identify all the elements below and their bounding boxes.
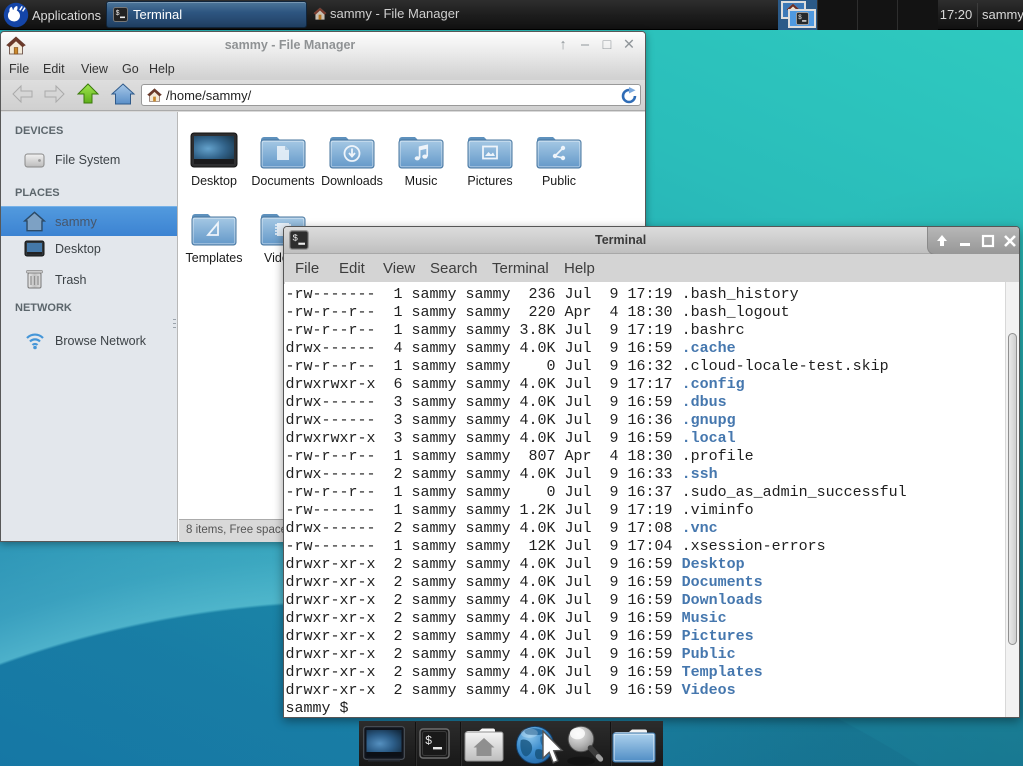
- svg-text:$: $: [798, 14, 802, 21]
- svg-text:$: $: [292, 233, 298, 244]
- svg-text:$: $: [116, 10, 120, 18]
- svg-text:$: $: [425, 734, 432, 748]
